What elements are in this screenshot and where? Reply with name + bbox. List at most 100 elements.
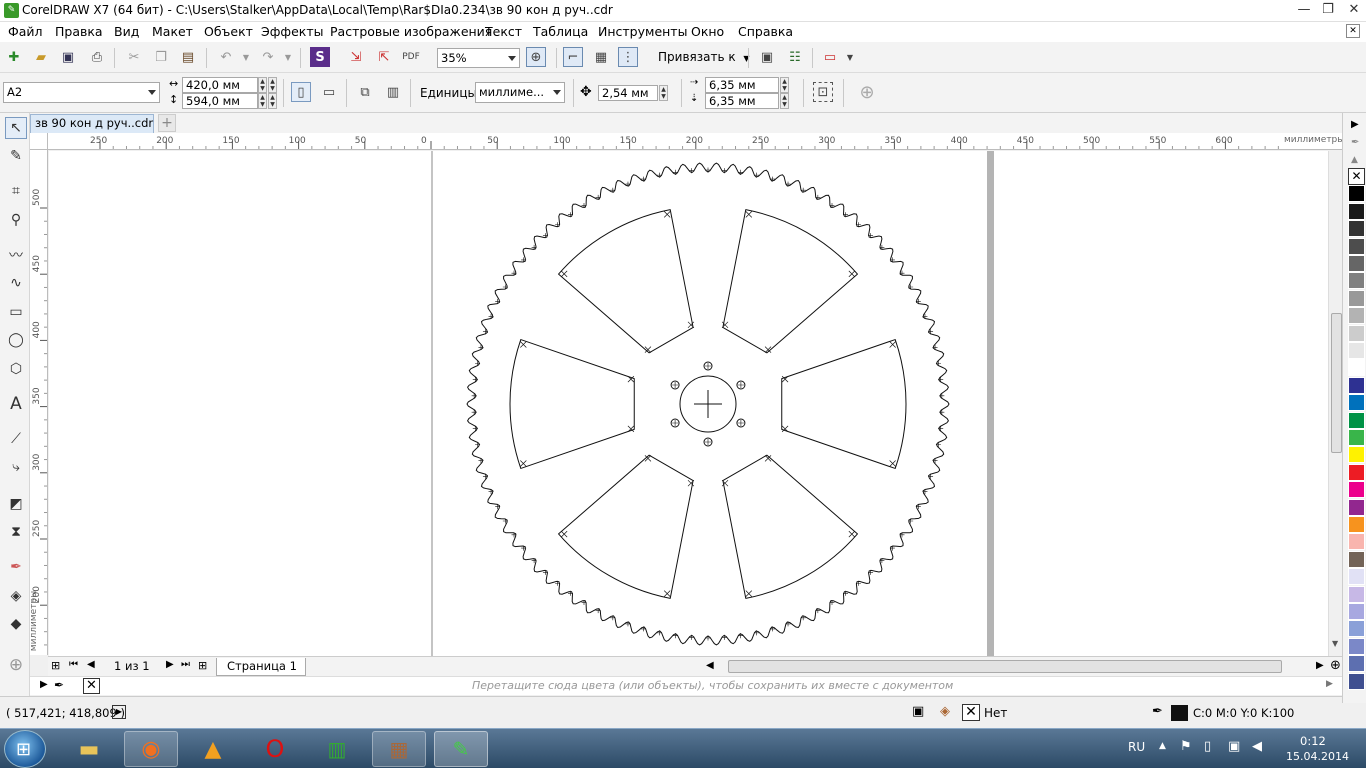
vertical-scrollbar[interactable]: ▼	[1328, 151, 1342, 656]
color-swatch[interactable]	[1348, 272, 1365, 290]
print-icon[interactable]: ⎙	[87, 47, 107, 67]
device-icon[interactable]: ▯	[1204, 739, 1211, 754]
cut-icon[interactable]: ✂	[124, 47, 144, 67]
next-page-icon[interactable]: ▶	[166, 659, 174, 670]
height-lock-spinner[interactable]: ▲ ▼	[268, 93, 277, 109]
welcome-screen-icon[interactable]: ▣	[757, 47, 777, 67]
artistic-media-icon[interactable]: ∿	[5, 272, 27, 294]
paste-icon[interactable]: ▤	[178, 47, 198, 67]
color-swatch[interactable]	[1348, 481, 1365, 499]
color-swatch[interactable]	[1348, 202, 1365, 220]
eyedropper-icon[interactable]: ✒	[5, 556, 27, 578]
menu-object[interactable]: Объект	[204, 24, 253, 39]
ellipse-tool-icon[interactable]: ◯	[5, 329, 27, 351]
taskbar-winrar[interactable]: ▦	[372, 731, 426, 767]
new-tab-icon[interactable]: +	[158, 114, 176, 132]
paper-size-dropdown[interactable]: A2	[3, 82, 160, 103]
page-height-input[interactable]: 594,0 мм	[182, 93, 258, 109]
clock-date[interactable]: 15.04.2014	[1286, 750, 1349, 763]
text-tool-icon[interactable]: A	[5, 393, 27, 415]
redo-icon[interactable]: ↷	[258, 47, 278, 67]
menu-view[interactable]: Вид	[114, 24, 139, 39]
color-swatch[interactable]	[1348, 568, 1365, 586]
color-swatch[interactable]	[1348, 672, 1365, 690]
taskbar-coreldraw[interactable]: ✎	[434, 731, 488, 767]
no-color-swatch[interactable]: ✕	[1348, 168, 1365, 185]
color-swatch[interactable]	[1348, 255, 1365, 272]
color-swatch[interactable]	[1348, 463, 1365, 481]
network-icon[interactable]: ▣	[1228, 739, 1240, 754]
last-page-icon[interactable]: ⏭	[181, 659, 190, 670]
landscape-icon[interactable]: ▭	[319, 82, 339, 102]
outline-pen-icon[interactable]: ✒	[1152, 704, 1163, 719]
palette-flyout-icon[interactable]: ▶	[1351, 119, 1359, 130]
menu-table[interactable]: Таблица	[533, 24, 588, 39]
taskbar-aimp[interactable]: ▲	[186, 731, 240, 767]
taskbar-firefox[interactable]: ◉	[124, 731, 178, 767]
redo-dropdown-icon[interactable]: ▼	[278, 47, 298, 67]
tray-expand-icon[interactable]: ▲	[1159, 741, 1166, 751]
palette-up-icon[interactable]: ▲	[1351, 155, 1358, 165]
document-close-icon[interactable]: ✕	[1346, 24, 1360, 38]
full-screen-preview-icon[interactable]: ⊕	[526, 47, 546, 67]
duplicate-y-input[interactable]: 6,35 мм	[705, 93, 779, 109]
clock-time[interactable]: 0:12	[1300, 734, 1326, 748]
zoom-level-dropdown[interactable]: 35%	[437, 48, 520, 68]
color-swatch[interactable]	[1348, 533, 1365, 551]
polygon-tool-icon[interactable]: ⬡	[5, 358, 27, 380]
menu-text[interactable]: Текст	[485, 24, 522, 39]
menu-help[interactable]: Справка	[738, 24, 793, 39]
menu-edit[interactable]: Правка	[55, 24, 103, 39]
duplicate-x-input[interactable]: 6,35 мм	[705, 77, 779, 93]
publish-pdf-icon[interactable]: PDF	[401, 47, 421, 67]
color-swatch[interactable]	[1348, 359, 1365, 377]
interactive-fill-icon[interactable]: ◈	[5, 585, 27, 607]
palette-pin-icon[interactable]: ✒	[1351, 137, 1359, 148]
vertical-ruler[interactable]: 500 450 400 350 300 250 200 миллиметры	[30, 150, 48, 655]
menu-tools[interactable]: Инструменты	[598, 24, 687, 39]
smart-fill-icon[interactable]: ◆	[5, 613, 27, 635]
palette-eyedropper-icon[interactable]: ✒	[54, 678, 64, 692]
menu-window[interactable]: Окно	[691, 24, 724, 39]
taskbar-explorer[interactable]: ▬	[62, 731, 116, 767]
import-icon[interactable]: ⇲	[346, 47, 366, 67]
color-swatch[interactable]	[1348, 620, 1365, 638]
page-tab[interactable]: Страница 1	[216, 658, 306, 676]
ruler-origin[interactable]	[30, 133, 48, 150]
color-swatch[interactable]	[1348, 342, 1365, 359]
vertical-scroll-thumb[interactable]	[1331, 313, 1342, 453]
search-content-icon[interactable]: S	[310, 47, 330, 67]
application-launcher-icon[interactable]: ☷	[785, 47, 805, 67]
show-grid-icon[interactable]: ▦	[591, 47, 611, 67]
status-expand-icon[interactable]: ▶	[112, 705, 126, 719]
start-button[interactable]: ⊞	[4, 730, 46, 768]
color-swatch[interactable]	[1348, 237, 1365, 255]
color-swatch[interactable]	[1348, 220, 1365, 238]
add-page-before-icon[interactable]: ⊞	[51, 659, 60, 672]
shape-tool-icon[interactable]: ✎	[5, 145, 27, 167]
color-swatch[interactable]	[1348, 307, 1365, 325]
treat-as-filled-icon[interactable]: ⊡	[813, 82, 833, 102]
current-page-icon[interactable]: ▥	[383, 82, 403, 102]
nudge-distance-input[interactable]: 2,54 мм	[598, 85, 658, 101]
scroll-left-icon[interactable]: ◀	[706, 660, 714, 671]
language-indicator[interactable]: RU	[1128, 740, 1145, 754]
drawing-canvas[interactable]	[49, 151, 1328, 656]
zoom-tool-icon[interactable]: ⚲	[5, 209, 27, 231]
undo-icon[interactable]: ↶	[216, 47, 236, 67]
taskbar-opera[interactable]: O	[248, 731, 302, 767]
gear-drawing[interactable]	[466, 162, 950, 646]
fill-icon[interactable]: ◈	[940, 704, 950, 719]
copy-icon[interactable]: ❐	[151, 47, 171, 67]
flag-icon[interactable]: ⚑	[1180, 739, 1192, 754]
options-icon[interactable]: ▭	[820, 47, 840, 67]
color-swatch[interactable]	[1348, 446, 1365, 464]
units-dropdown[interactable]: миллиме...	[475, 82, 565, 103]
open-icon[interactable]: ▰	[31, 47, 51, 67]
color-swatch[interactable]	[1348, 185, 1365, 203]
freehand-tool-icon[interactable]: 〰	[5, 244, 27, 266]
color-swatch[interactable]	[1348, 411, 1365, 429]
pick-tool-icon[interactable]: ↖	[5, 117, 27, 139]
color-swatch[interactable]	[1348, 516, 1365, 533]
undo-dropdown-icon[interactable]: ▼	[236, 47, 256, 67]
